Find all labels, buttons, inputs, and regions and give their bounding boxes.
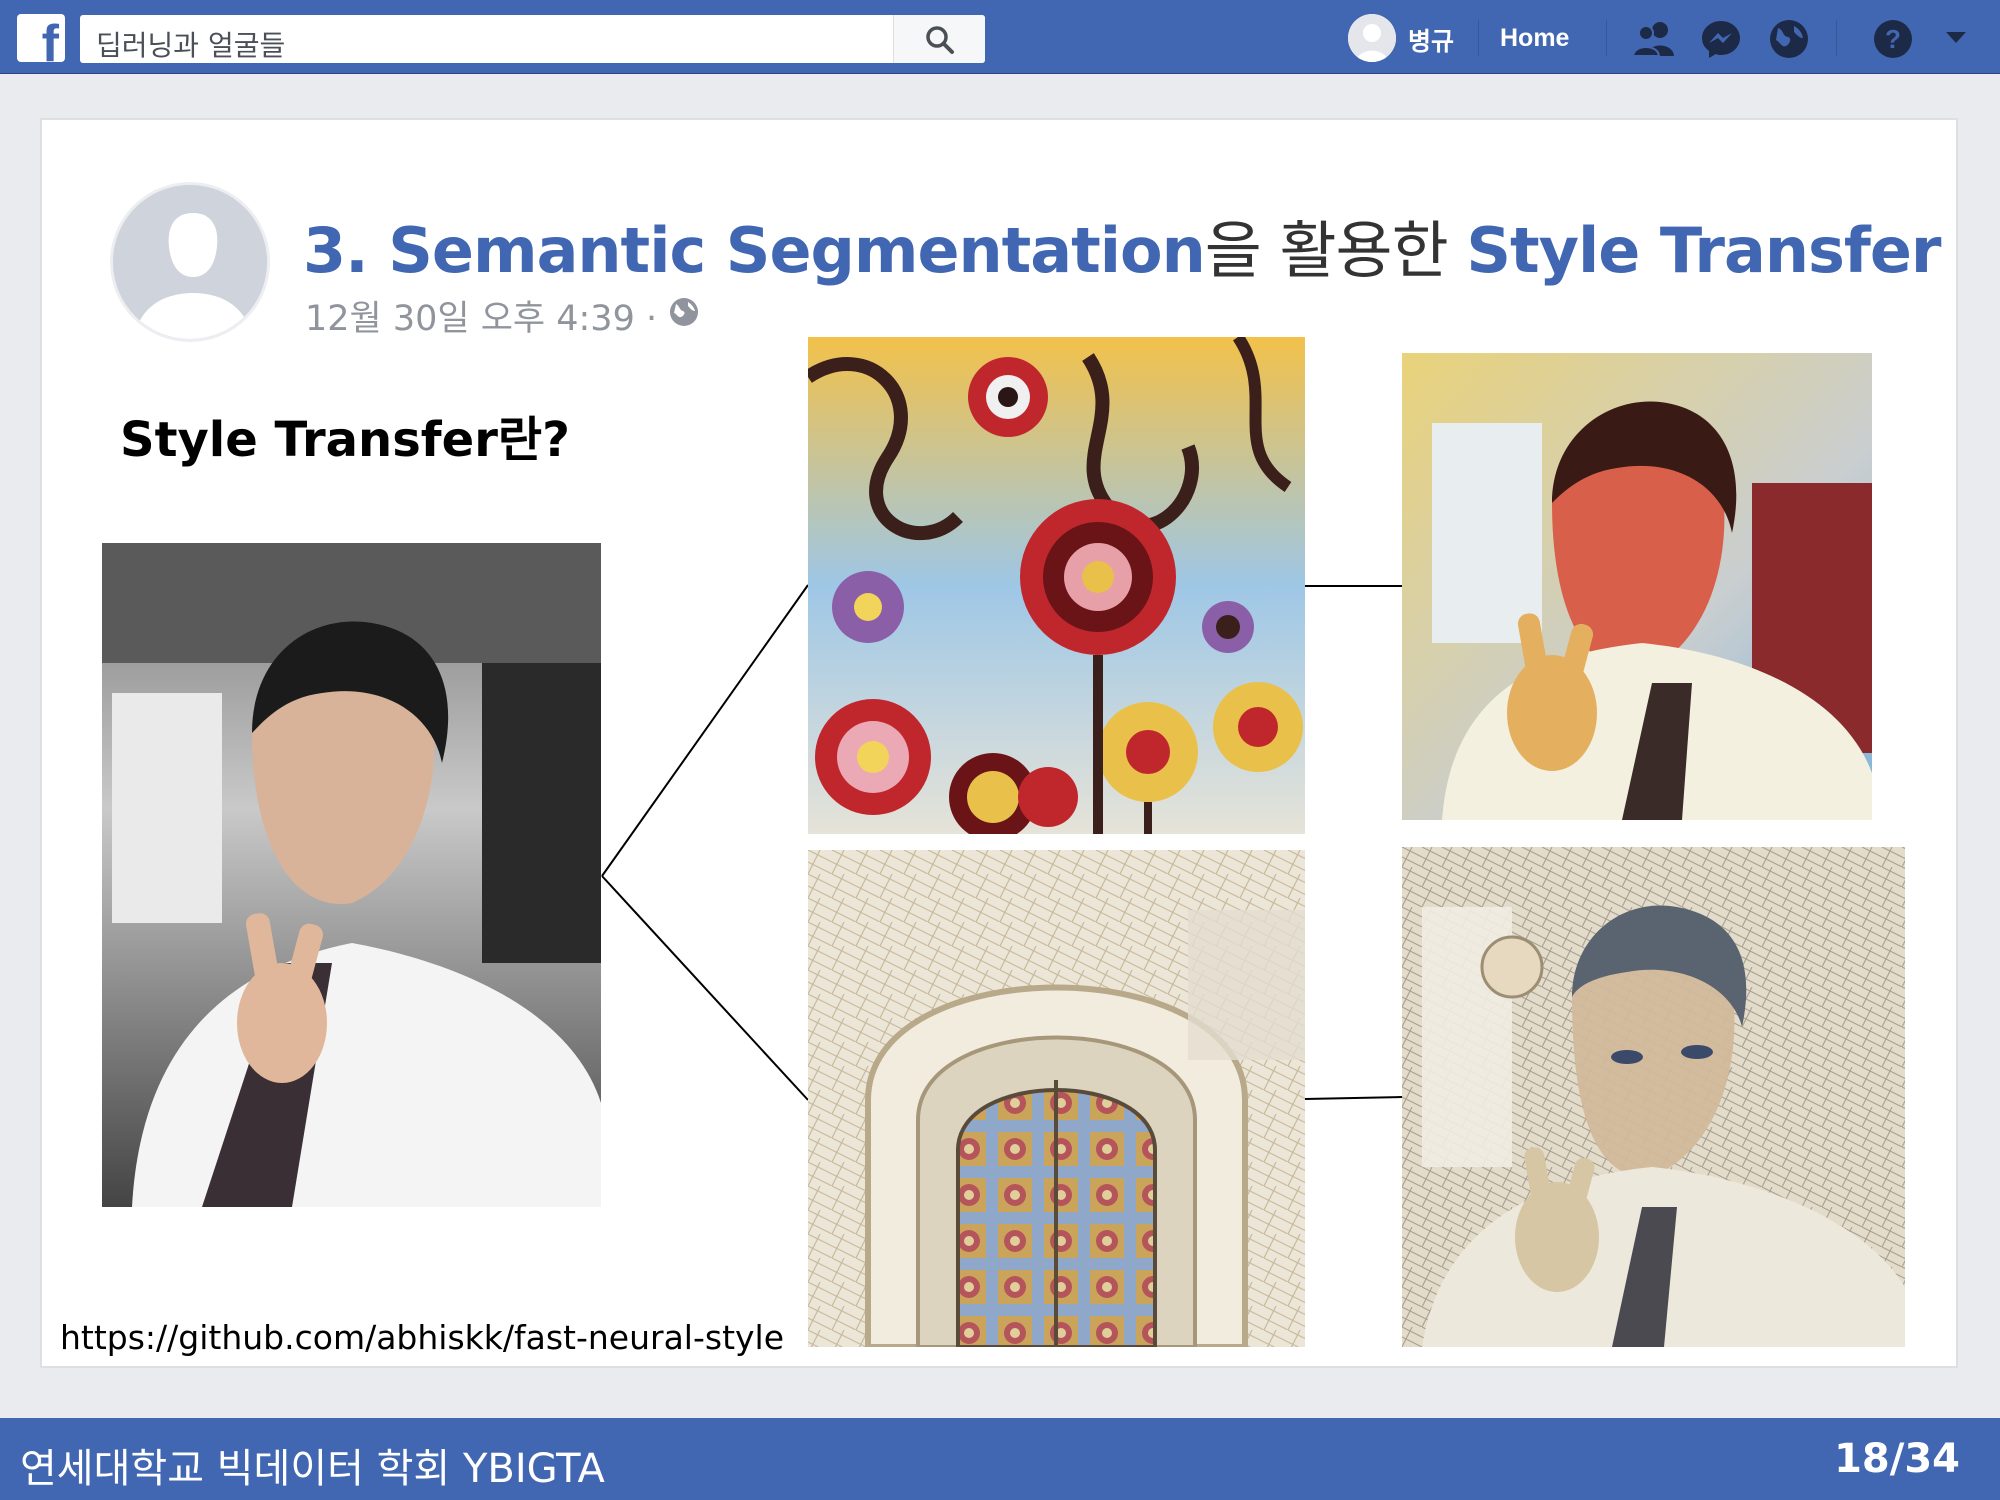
style-image-cathedral[interactable]	[808, 850, 1305, 1347]
post-timestamp[interactable]: 12월 30일 오후 4:39 ·	[305, 290, 657, 341]
help-icon[interactable]: ?	[1872, 18, 1914, 60]
style-image-flowers[interactable]	[808, 337, 1305, 834]
facebook-logo-icon[interactable]: f	[17, 14, 65, 62]
nav-divider	[1606, 20, 1607, 56]
output-image-cathedral-style[interactable]	[1402, 847, 1905, 1347]
nav-divider	[1836, 20, 1837, 56]
nav-divider	[1478, 20, 1479, 56]
friends-icon[interactable]	[1630, 18, 1678, 58]
title-connector: 을 활용한	[1204, 214, 1467, 287]
globe-icon[interactable]	[1768, 18, 1810, 60]
profile-avatar[interactable]	[110, 182, 270, 342]
home-link[interactable]: Home	[1500, 24, 1569, 53]
messenger-icon[interactable]	[1700, 18, 1742, 60]
top-navigation-bar: f 딥러닝과 얼굴들 병규 Home ?	[0, 0, 2000, 74]
section-subtitle: Style Transfer란?	[120, 412, 570, 468]
slide-footer: 연세대학교 빅데이터 학회 YBIGTA 18/34	[0, 1418, 2000, 1500]
slide-page-number: 18/34	[1834, 1436, 1960, 1482]
footer-organization: 연세대학교 빅데이터 학회 YBIGTA	[20, 1446, 605, 1492]
user-name-link[interactable]: 병규	[1408, 22, 1454, 58]
github-link[interactable]: https://github.com/abhiskk/fast-neural-s…	[60, 1318, 784, 1357]
output-image-flowers-style[interactable]	[1402, 353, 1872, 820]
content-photo[interactable]	[102, 543, 601, 1207]
search-box[interactable]: 딥러닝과 얼굴들	[80, 15, 985, 63]
chevron-down-icon[interactable]	[1944, 30, 1968, 46]
post-title: 3. Semantic Segmentation을 활용한 Style Tran…	[303, 200, 1941, 290]
title-style-transfer: Style Transfer	[1466, 214, 1941, 287]
svg-text:?: ?	[1885, 24, 1901, 54]
user-avatar[interactable]	[1348, 14, 1396, 62]
public-globe-icon	[670, 298, 698, 326]
search-input[interactable]: 딥러닝과 얼굴들	[96, 24, 285, 64]
search-button[interactable]	[893, 15, 985, 63]
title-semantic: 3. Semantic Segmentation	[303, 214, 1206, 287]
search-icon	[926, 26, 954, 54]
